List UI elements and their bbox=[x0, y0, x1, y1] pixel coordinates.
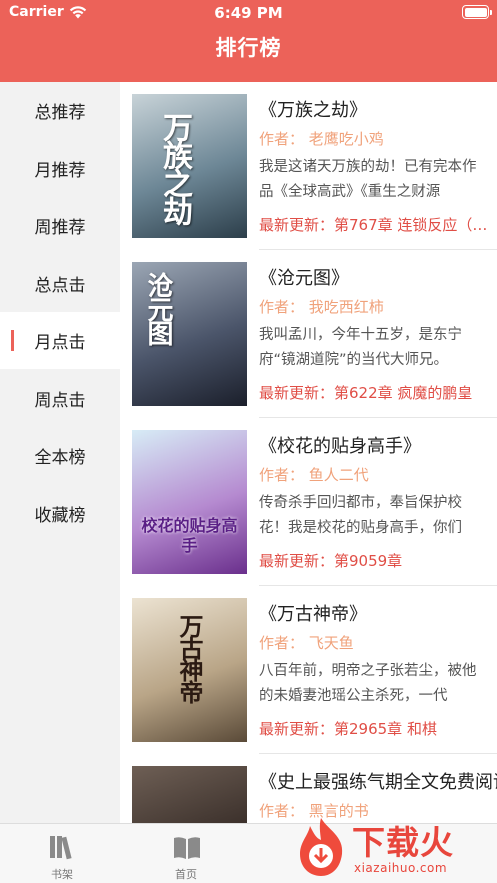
book-description: 八百年前，明帝之子张若尘，被他的未婚妻池瑶公主杀死，一代 bbox=[259, 663, 477, 704]
book-description: 传奇杀手回归都市，奉旨保护校花！我是校花的贴身高手，你们 bbox=[259, 495, 462, 536]
sidebar-item-month-clicks[interactable]: 月点击 bbox=[0, 312, 120, 369]
book-cover: 沧元图 bbox=[132, 262, 247, 406]
book-item[interactable]: 万古神帝 《万古神帝》 作者： 飞天鱼 八百年前，明帝之子张若尘，被他的未婚妻池… bbox=[120, 586, 497, 754]
flame-logo-icon bbox=[300, 818, 343, 876]
tab-label: 书架 bbox=[51, 868, 73, 881]
status-time: 6:49 PM bbox=[214, 4, 283, 22]
sidebar-item-label: 月推荐 bbox=[34, 160, 86, 181]
status-bar: Carrier 6:49 PM bbox=[0, 0, 497, 26]
book-latest-update: 最新更新：第622章 疯魔的鹏皇 bbox=[259, 384, 473, 402]
book-title: 《校花的贴身高手》 bbox=[259, 436, 421, 457]
sidebar-item-total-clicks[interactable]: 总点击 bbox=[0, 255, 120, 312]
watermark-title: 下载火 bbox=[352, 823, 454, 862]
book-title: 《沧元图》 bbox=[259, 268, 349, 289]
book-description: 我叫孟川，今年十五岁，是东宁府“镜湖道院”的当代大师兄。 bbox=[259, 327, 462, 368]
book-ranking-list: 万族之劫 《万族之劫》 作者： 老鹰吃小鸡 我是这诸天万族的劫！已有完本作品《全… bbox=[120, 82, 497, 823]
sidebar-item-week-clicks[interactable]: 周点击 bbox=[0, 370, 120, 427]
tab-bookshelf[interactable]: 书架 bbox=[0, 824, 124, 883]
sidebar-item-total-recommend[interactable]: 总推荐 bbox=[0, 82, 120, 139]
book-latest-update: 最新更新：第767章 连锁反应（求月票） bbox=[259, 216, 491, 234]
book-item[interactable]: 万族之劫 《万族之劫》 作者： 老鹰吃小鸡 我是这诸天万族的劫！已有完本作品《全… bbox=[120, 82, 497, 250]
book-latest-update: 最新更新：第9059章 bbox=[259, 552, 403, 570]
sidebar-item-label: 全本榜 bbox=[34, 448, 86, 468]
tab-home[interactable]: 首页 bbox=[124, 824, 248, 883]
book-title: 《万古神帝》 bbox=[259, 604, 367, 625]
book-cover bbox=[132, 766, 247, 823]
cover-title: 万古神帝 bbox=[175, 614, 203, 702]
bookshelf-icon bbox=[50, 836, 72, 860]
sidebar-item-label: 收藏榜 bbox=[34, 505, 86, 526]
book-title: 《万族之劫》 bbox=[259, 100, 367, 121]
book-cover: 万族之劫 bbox=[132, 94, 247, 238]
active-marker bbox=[11, 330, 14, 351]
watermark: 下载火 xiazaihuo.com bbox=[290, 812, 497, 883]
cover-title: 沧元图 bbox=[143, 272, 173, 344]
sidebar-item-completed[interactable]: 全本榜 bbox=[0, 427, 120, 484]
book-author: 作者： 我吃西红柿 bbox=[259, 298, 384, 316]
sidebar-item-month-recommend[interactable]: 月推荐 bbox=[0, 140, 120, 197]
battery-icon bbox=[462, 5, 492, 19]
sidebar-item-label: 周点击 bbox=[34, 390, 86, 411]
book-author: 作者： 老鹰吃小鸡 bbox=[259, 130, 384, 148]
book-author: 作者： 鱼人二代 bbox=[259, 466, 369, 484]
open-book-icon bbox=[174, 837, 200, 859]
sidebar-item-label: 周推荐 bbox=[34, 218, 86, 238]
sidebar-item-label: 总推荐 bbox=[34, 103, 86, 123]
book-author: 作者： 飞天鱼 bbox=[259, 634, 354, 652]
sidebar-item-favorites[interactable]: 收藏榜 bbox=[0, 485, 120, 542]
book-cover: 校花的贴身高手 bbox=[132, 430, 247, 574]
book-latest-update: 最新更新：第2965章 和棋 bbox=[259, 720, 437, 738]
watermark-url: xiazaihuo.com bbox=[354, 861, 448, 875]
cover-title: 校花的贴身高手 bbox=[141, 516, 238, 555]
page-title: 排行榜 bbox=[215, 36, 282, 60]
book-item[interactable]: 沧元图 《沧元图》 作者： 我吃西红柿 我叫孟川，今年十五岁，是东宁府“镜湖道院… bbox=[120, 250, 497, 418]
book-description: 我是这诸天万族的劫！已有完本作品《全球高武》《重生之财源 bbox=[259, 159, 477, 200]
cover-title: 万族之劫 bbox=[157, 112, 192, 224]
sidebar-item-week-recommend[interactable]: 周推荐 bbox=[0, 197, 120, 254]
sidebar-item-label: 总点击 bbox=[34, 275, 86, 296]
book-title: 《史上最强练气期全文免费阅读》 bbox=[259, 772, 497, 793]
book-item[interactable]: 校花的贴身高手 《校花的贴身高手》 作者： 鱼人二代 传奇杀手回归都市，奉旨保护… bbox=[120, 418, 497, 586]
book-cover: 万古神帝 bbox=[132, 598, 247, 742]
sidebar-item-label: 月点击 bbox=[34, 333, 86, 353]
tab-label: 首页 bbox=[175, 868, 197, 881]
ranking-category-sidebar: 总推荐 月推荐 周推荐 总点击 月点击 周点击 全本榜 收藏榜 bbox=[0, 82, 120, 823]
app-header: Carrier 6:49 PM 排行榜 bbox=[0, 0, 497, 82]
